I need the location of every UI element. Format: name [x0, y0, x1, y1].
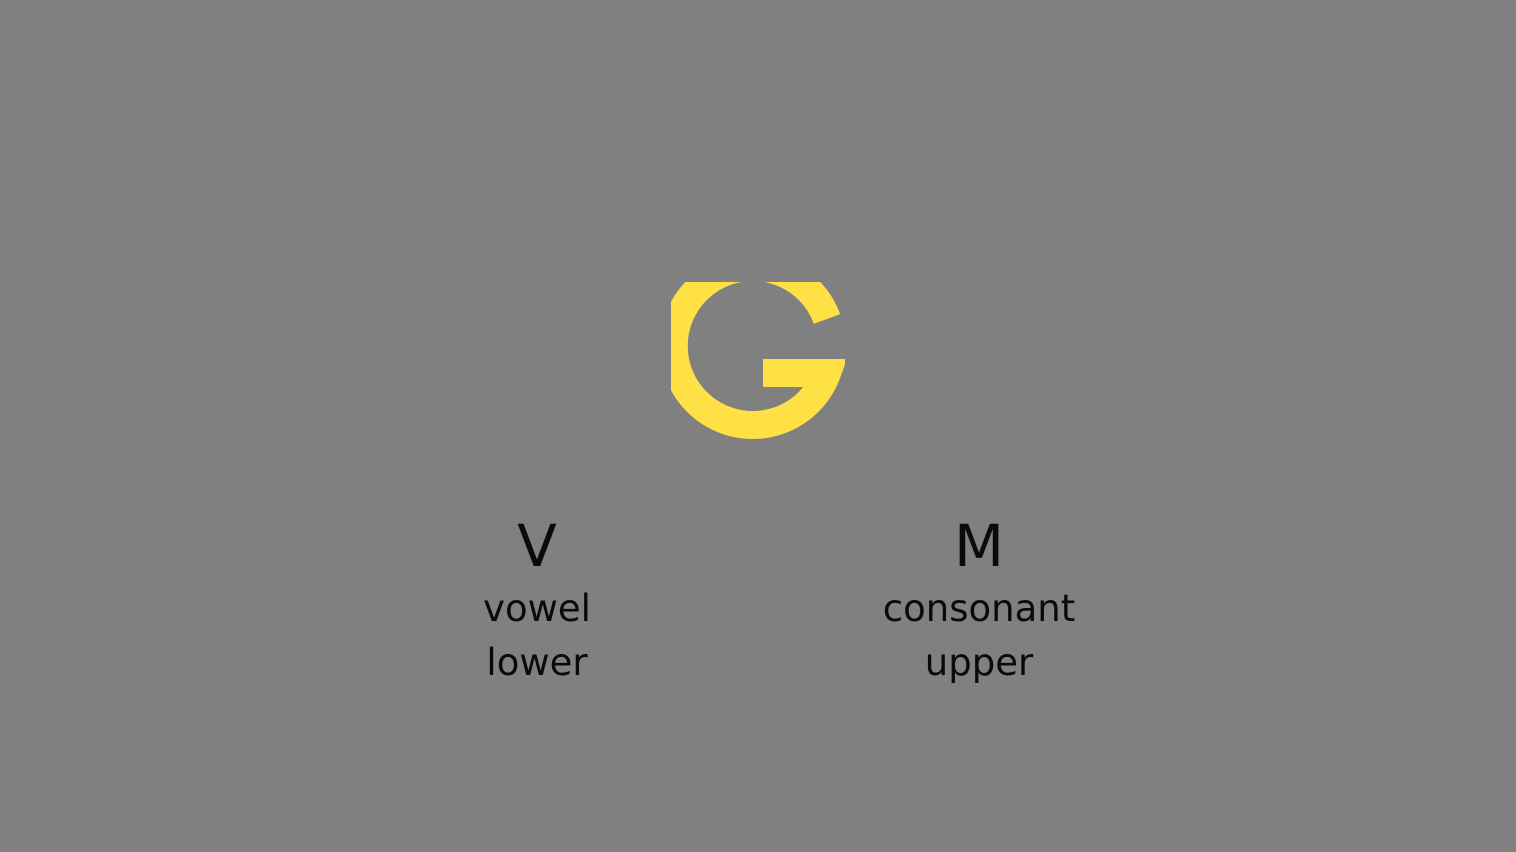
response-option-left[interactable]: V vowel lower: [407, 510, 667, 690]
left-key-label: V: [517, 512, 557, 580]
left-case-label: lower: [486, 641, 588, 684]
stimulus-letter-g: [671, 282, 845, 464]
right-key-label: M: [953, 512, 1005, 580]
right-case-label: upper: [924, 641, 1034, 684]
right-category-label: consonant: [882, 587, 1076, 630]
task-screen: V vowel lower M consonant upper: [0, 0, 1516, 852]
left-category-label: vowel: [483, 587, 591, 630]
response-option-right[interactable]: M consonant upper: [849, 510, 1109, 690]
